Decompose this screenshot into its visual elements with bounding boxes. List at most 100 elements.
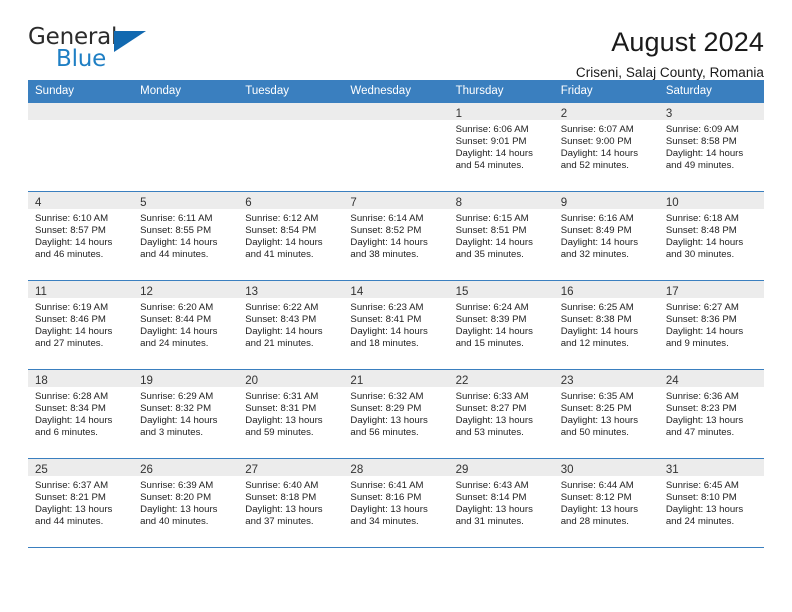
daylight-text-line2: and 54 minutes. (455, 160, 524, 172)
day-number: 5 (140, 197, 147, 209)
calendar-day-cell[interactable]: 9 Sunrise: 6:16 AM Sunset: 8:49 PM Daylight… (553, 191, 659, 281)
daylight-text-line1: Daylight: 14 hours (140, 237, 218, 249)
day-cell-inner (343, 103, 449, 191)
calendar-day-cell[interactable]: 10 Sunrise: 6:18 AM Sunset: 8:48 PM Dayligh… (658, 191, 764, 281)
day-cell-body: Sunrise: 6:18 AM Sunset: 8:48 PM Daylight:… (659, 209, 764, 261)
calendar-day-cell[interactable]: 7 Sunrise: 6:14 AM Sunset: 8:52 PM Daylight… (343, 191, 449, 281)
calendar-day-cell[interactable]: 23 Sunrise: 6:35 AM Sunset: 8:25 PM Dayligh… (553, 369, 659, 459)
day-cell-inner: 9 Sunrise: 6:16 AM Sunset: 8:49 PM Daylight… (553, 192, 659, 280)
sunrise-text: Sunrise: 6:37 AM (35, 480, 109, 491)
day-cell-body: Sunrise: 6:39 AM Sunset: 8:20 PM Daylight:… (133, 476, 238, 528)
calendar-day-cell[interactable]: 5 Sunrise: 6:11 AM Sunset: 8:55 PM Daylight… (133, 191, 239, 281)
calendar-page: General Blue August 2024 Criseni, Salaj … (0, 0, 792, 612)
daylight-text-line2: and 12 minutes. (560, 338, 629, 350)
page-title: August 2024 (611, 27, 764, 57)
sunrise-text: Sunrise: 6:07 AM (560, 124, 634, 135)
calendar-day-cell[interactable]: 2 Sunrise: 6:07 AM Sunset: 9:00 PM Daylight… (553, 102, 659, 192)
calendar-day-cell[interactable]: 19 Sunrise: 6:29 AM Sunset: 8:32 PM Dayligh… (133, 369, 239, 459)
calendar-day-cell[interactable]: 31 Sunrise: 6:45 AM Sunset: 8:10 PM Dayligh… (658, 458, 764, 548)
day-number-strip: 25 (28, 459, 134, 476)
calendar-day-cell[interactable]: 22 Sunrise: 6:33 AM Sunset: 8:27 PM Dayligh… (448, 369, 554, 459)
sunset-text: Sunset: 8:51 PM (455, 225, 527, 237)
calendar-day-cell[interactable]: 4 Sunrise: 6:10 AM Sunset: 8:57 PM Daylight… (28, 191, 134, 281)
sunrise-text: Sunrise: 6:14 AM (350, 213, 424, 224)
calendar-day-cell[interactable]: 14 Sunrise: 6:23 AM Sunset: 8:41 PM Dayligh… (343, 280, 449, 370)
daylight-text-line1: Daylight: 13 hours (35, 504, 113, 516)
calendar-day-cell[interactable]: 16 Sunrise: 6:25 AM Sunset: 8:38 PM Dayligh… (553, 280, 659, 370)
calendar-day-cell[interactable]: 21 Sunrise: 6:32 AM Sunset: 8:29 PM Dayligh… (343, 369, 449, 459)
sunrise-text: Sunrise: 6:24 AM (455, 302, 529, 313)
calendar-day-cell[interactable]: 18 Sunrise: 6:28 AM Sunset: 8:34 PM Dayligh… (28, 369, 134, 459)
sunset-text: Sunset: 8:48 PM (665, 225, 737, 237)
day-cell-inner: 12 Sunrise: 6:20 AM Sunset: 8:44 PM Dayligh… (133, 281, 239, 369)
calendar-day-cell-empty (133, 102, 239, 192)
daylight-text-line1: Daylight: 13 hours (665, 504, 744, 516)
daylight-text-line1: Daylight: 14 hours (245, 237, 323, 249)
sunset-text: Sunset: 8:58 PM (665, 136, 737, 148)
sunrise-text: Sunrise: 6:27 AM (665, 302, 739, 313)
day-number-strip: 23 (553, 370, 659, 387)
sunrise-text: Sunrise: 6:33 AM (455, 391, 529, 402)
daylight-text-line2: and 30 minutes. (665, 249, 735, 261)
calendar-day-cell[interactable]: 24 Sunrise: 6:36 AM Sunset: 8:23 PM Dayligh… (658, 369, 764, 459)
day-number-strip: 10 (658, 192, 764, 209)
day-cell-inner: 22 Sunrise: 6:33 AM Sunset: 8:27 PM Dayligh… (448, 370, 554, 458)
day-number: 27 (245, 464, 259, 476)
day-number: 24 (665, 375, 679, 387)
day-number-strip: 3 (658, 103, 764, 120)
sunset-text: Sunset: 9:00 PM (560, 136, 632, 148)
sunrise-text: Sunrise: 6:28 AM (35, 391, 109, 402)
calendar-day-cell[interactable]: 8 Sunrise: 6:15 AM Sunset: 8:51 PM Daylight… (448, 191, 554, 281)
sunrise-text: Sunrise: 6:39 AM (140, 480, 214, 491)
calendar-day-cell[interactable]: 20 Sunrise: 6:31 AM Sunset: 8:31 PM Dayligh… (238, 369, 344, 459)
sunset-text: Sunset: 8:29 PM (350, 403, 422, 415)
daylight-text-line2: and 41 minutes. (245, 249, 314, 261)
calendar-day-cell[interactable]: 29 Sunrise: 6:43 AM Sunset: 8:14 PM Dayligh… (448, 458, 554, 548)
sunset-text: Sunset: 8:36 PM (665, 314, 737, 326)
daylight-text-line2: and 24 minutes. (665, 516, 735, 528)
calendar-day-cell[interactable]: 30 Sunrise: 6:44 AM Sunset: 8:12 PM Dayligh… (553, 458, 659, 548)
day-cell-body: Sunrise: 6:20 AM Sunset: 8:44 PM Daylight:… (133, 298, 238, 350)
sunset-text: Sunset: 8:21 PM (35, 492, 106, 504)
calendar-day-cell[interactable]: 11 Sunrise: 6:19 AM Sunset: 8:46 PM Dayligh… (28, 280, 134, 370)
general-blue-logo[interactable]: General Blue (28, 26, 146, 72)
calendar-day-cell[interactable]: 25 Sunrise: 6:37 AM Sunset: 8:21 PM Dayligh… (28, 458, 134, 548)
day-number: 19 (140, 375, 153, 387)
sunset-text: Sunset: 8:44 PM (140, 314, 212, 326)
day-number-strip: 11 (28, 281, 134, 298)
sunset-text: Sunset: 8:16 PM (350, 492, 422, 504)
calendar-day-cell[interactable]: 17 Sunrise: 6:27 AM Sunset: 8:36 PM Dayligh… (658, 280, 764, 370)
sunrise-text: Sunrise: 6:32 AM (350, 391, 424, 402)
calendar-day-cell[interactable]: 13 Sunrise: 6:22 AM Sunset: 8:43 PM Dayligh… (238, 280, 344, 370)
daylight-text-line1: Daylight: 13 hours (455, 504, 533, 516)
daylight-text-line1: Daylight: 14 hours (665, 237, 744, 249)
calendar-day-cell[interactable]: 26 Sunrise: 6:39 AM Sunset: 8:20 PM Dayligh… (133, 458, 239, 548)
calendar-day-cell[interactable]: 12 Sunrise: 6:20 AM Sunset: 8:44 PM Dayligh… (133, 280, 239, 370)
day-cell-inner: 24 Sunrise: 6:36 AM Sunset: 8:23 PM Dayligh… (658, 370, 764, 458)
calendar-day-cell[interactable]: 27 Sunrise: 6:40 AM Sunset: 8:18 PM Dayligh… (238, 458, 344, 548)
daylight-text-line2: and 9 minutes. (665, 338, 729, 350)
calendar-body: 1 Sunrise: 6:06 AM Sunset: 9:01 PM Daylight… (28, 102, 764, 548)
sunset-text: Sunset: 8:14 PM (455, 492, 527, 504)
calendar-week-row: 18 Sunrise: 6:28 AM Sunset: 8:34 PM Dayligh… (28, 369, 764, 459)
day-cell-inner: 14 Sunrise: 6:23 AM Sunset: 8:41 PM Dayligh… (343, 281, 449, 369)
day-number: 13 (245, 286, 259, 298)
calendar-day-cell[interactable]: 28 Sunrise: 6:41 AM Sunset: 8:16 PM Dayligh… (343, 458, 449, 548)
daylight-text-line1: Daylight: 13 hours (245, 415, 323, 427)
sunset-text: Sunset: 8:54 PM (245, 225, 317, 237)
calendar-day-cell[interactable]: 6 Sunrise: 6:12 AM Sunset: 8:54 PM Daylight… (238, 191, 344, 281)
calendar-week-row: 1 Sunrise: 6:06 AM Sunset: 9:01 PM Daylight… (28, 102, 764, 192)
calendar-day-cell[interactable]: 15 Sunrise: 6:24 AM Sunset: 8:39 PM Dayligh… (448, 280, 554, 370)
calendar-day-cell[interactable]: 1 Sunrise: 6:06 AM Sunset: 9:01 PM Daylight… (448, 102, 554, 192)
day-cell-body: Sunrise: 6:24 AM Sunset: 8:39 PM Daylight:… (449, 298, 554, 350)
day-number-strip: 31 (658, 459, 764, 476)
day-cell-body: Sunrise: 6:16 AM Sunset: 8:49 PM Daylight:… (554, 209, 659, 261)
day-number: 6 (245, 197, 252, 209)
sunset-text: Sunset: 8:20 PM (140, 492, 212, 504)
daylight-text-line2: and 32 minutes. (560, 249, 629, 261)
daylight-text-line1: Daylight: 14 hours (665, 148, 744, 160)
sunrise-sunset-calendar: Sunday Monday Tuesday Wednesday Thursday… (28, 80, 764, 548)
day-number: 12 (140, 286, 153, 298)
sunrise-text: Sunrise: 6:11 AM (140, 213, 213, 224)
calendar-day-cell[interactable]: 3 Sunrise: 6:09 AM Sunset: 8:58 PM Daylight… (658, 102, 764, 192)
